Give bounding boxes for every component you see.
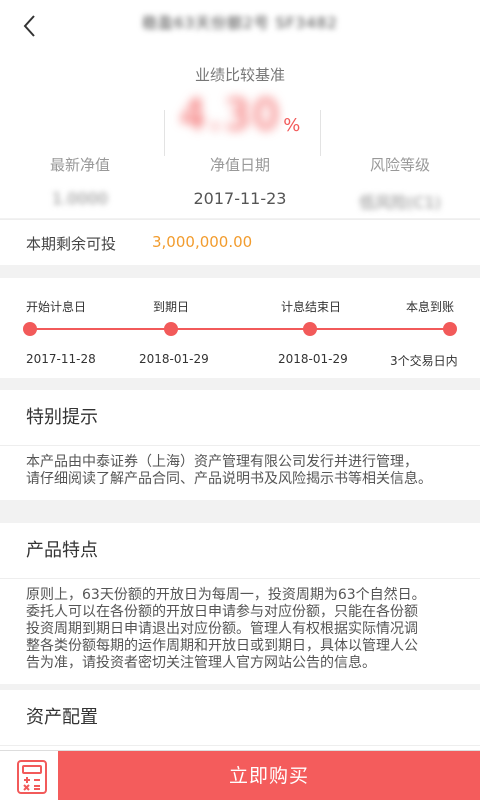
stat-value: 低风险(C1)	[359, 193, 441, 212]
rate-unit: %	[283, 115, 301, 136]
timeline-label-start: 开始计息日	[26, 300, 87, 314]
calculator-icon[interactable]	[14, 759, 50, 795]
notice-title: 特别提示	[0, 390, 480, 446]
remaining-amount-row: 本期剩余可投 3,000,000.00	[0, 219, 480, 265]
stat-label: 净值日期	[209, 156, 270, 174]
features-line: 投资周期到期日申请退出对应份额。管理人有权根据实际情况调	[26, 621, 418, 637]
stat-divider	[164, 110, 165, 156]
rate-value: 4.30	[179, 90, 282, 139]
features-line: 原则上，63天份额的开放日为每周一，投资周期为63个自然日。	[26, 587, 426, 603]
features-line: 整各类份额每期的运作周期和开放日或到期日，具体以管理人公	[26, 638, 418, 654]
timeline-label-interest-end: 计息结束日	[281, 300, 342, 314]
stat-label: 最新净值	[49, 156, 110, 174]
benchmark-label: 业绩比较基准	[194, 66, 285, 84]
timeline-label-payout: 本息到账	[406, 300, 455, 314]
timeline-date-interest-end: 2018-01-29	[278, 352, 348, 366]
allocation-section[interactable]: 资产配置	[0, 690, 480, 750]
remaining-label: 本期剩余可投	[26, 235, 117, 253]
buy-now-button[interactable]: 立即购买	[58, 751, 480, 800]
features-body: 原则上，63天份额的开放日为每周一，投资周期为63个自然日。 委托人可以在各份额…	[0, 579, 480, 684]
timeline-date-maturity: 2018-01-29	[139, 352, 209, 366]
timeline-dot	[443, 322, 457, 336]
stats-row: 最新净值 1.0000 净值日期 2017-11-23 风险等级 低风险(C1)	[0, 148, 480, 212]
features-line: 告为准，请投资者密切关注管理人官方网站公告的信息。	[26, 655, 376, 671]
timeline-dot	[303, 322, 317, 336]
product-summary: 业绩比较基准 4.30% 最新净值 1.0000 净值日期 2017-11-23…	[0, 52, 480, 218]
remaining-value: 3,000,000.00	[152, 233, 253, 251]
timeline-label-maturity: 到期日	[153, 300, 190, 314]
timeline: 开始计息日 2017-11-28 到期日 2018-01-29 计息结束日 20…	[0, 278, 480, 378]
timeline-dot	[164, 322, 178, 336]
stat-value: 1.0000	[52, 189, 108, 208]
nav-header: 稳盈63天份额2号 SF3482	[0, 0, 480, 52]
stat-nav-date: 净值日期 2017-11-23	[160, 148, 320, 212]
features-title: 产品特点	[0, 523, 480, 579]
stat-label: 风险等级	[369, 156, 430, 174]
features-line: 委托人可以在各份额的开放日申请参与对应份额，只能在各份额	[26, 604, 418, 620]
allocation-title: 资产配置	[0, 690, 480, 746]
timeline-date-start: 2017-11-28	[26, 352, 96, 366]
features-section: 产品特点 原则上，63天份额的开放日为每周一，投资周期为63个自然日。 委托人可…	[0, 523, 480, 684]
stat-value: 2017-11-23	[193, 189, 287, 208]
benchmark-rate: 4.30%	[0, 90, 480, 139]
notice-body: 本产品由中泰证券（上海）资产管理有限公司发行并进行管理， 请仔细阅读了解产品合同…	[0, 446, 480, 500]
timeline-dot	[23, 322, 37, 336]
bottom-bar: 立即购买	[0, 750, 480, 800]
stat-divider	[320, 110, 321, 156]
notice-line: 请仔细阅读了解产品合同、产品说明书及风险揭示书等相关信息。	[26, 471, 432, 487]
page-title: 稳盈63天份额2号 SF3482	[142, 14, 338, 32]
timeline-date-payout: 3个交易日内	[390, 354, 458, 368]
notice-line: 本产品由中泰证券（上海）资产管理有限公司发行并进行管理，	[26, 454, 418, 470]
timeline-line	[30, 328, 450, 330]
stat-risk-level: 风险等级 低风险(C1)	[320, 148, 480, 212]
notice-section: 特别提示 本产品由中泰证券（上海）资产管理有限公司发行并进行管理， 请仔细阅读了…	[0, 390, 480, 500]
stat-latest-nav: 最新净值 1.0000	[0, 148, 160, 212]
